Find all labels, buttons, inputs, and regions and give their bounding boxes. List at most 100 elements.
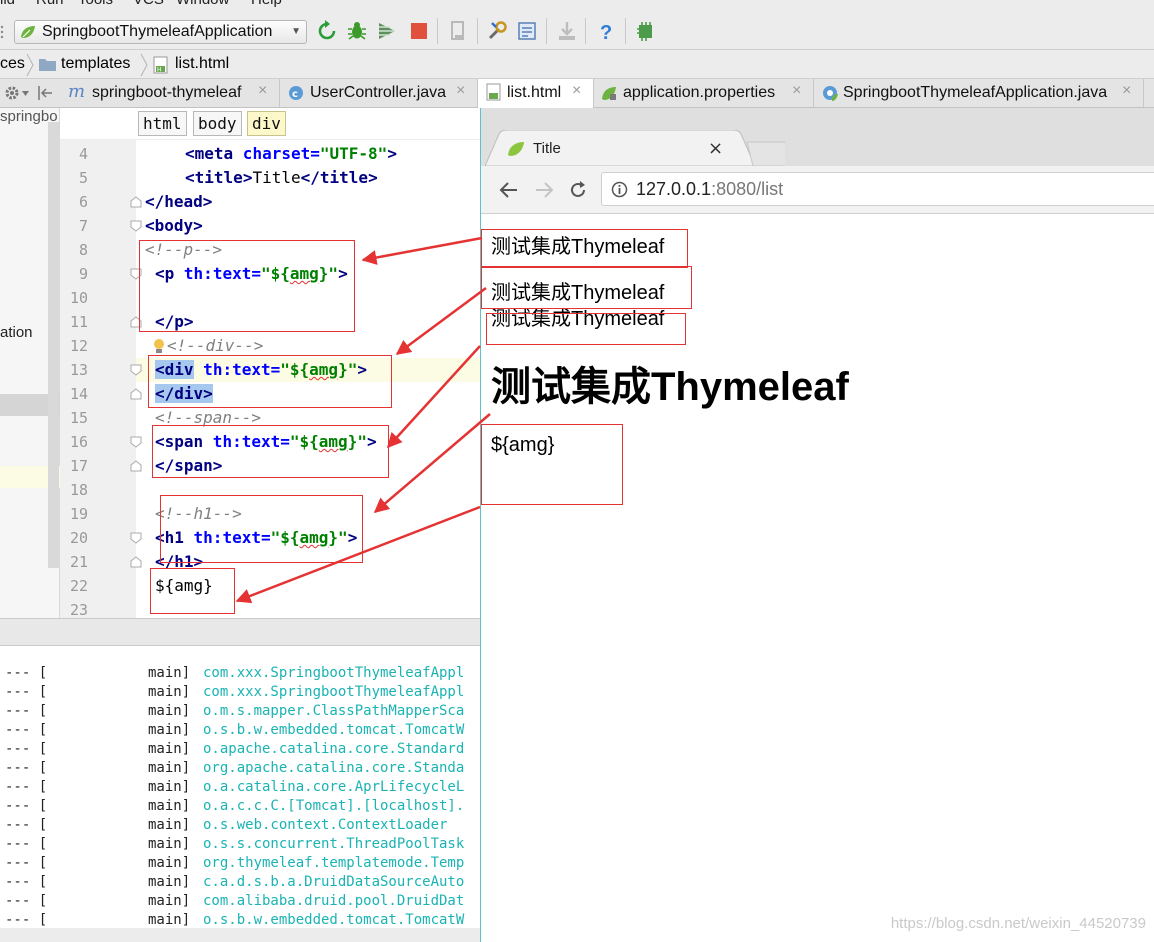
log-logger-name[interactable]: o.m.s.mapper.ClassPathMapperSca	[203, 702, 464, 721]
toolbar-separator	[546, 18, 547, 44]
stop-icon[interactable]	[408, 20, 430, 42]
close-icon[interactable]: ×	[258, 82, 267, 100]
crumb-body[interactable]: body	[193, 111, 242, 136]
address-bar[interactable]: 127.0.0.1:8080/list	[601, 172, 1154, 206]
tab-list-html[interactable]: list.html ×	[478, 79, 594, 108]
back-arrow-icon[interactable]	[499, 180, 519, 200]
annotation-box-code-p	[139, 240, 355, 332]
console-output[interactable]: --- [ main] com.xxx.SpringbootThymeleafApp…	[0, 646, 480, 942]
breadcrumb-list-html[interactable]: list.html	[175, 55, 229, 73]
reload-icon[interactable]	[568, 180, 588, 200]
project-structure-icon[interactable]	[486, 20, 508, 42]
code-line-4: <meta charset="UTF-8">	[185, 144, 397, 163]
log-separator: --- [	[5, 855, 48, 871]
menu-tools[interactable]: Tools	[78, 0, 113, 8]
menu-build[interactable]: ild	[0, 0, 15, 8]
log-separator: --- [	[5, 893, 48, 909]
annotation-box-code-raw	[150, 568, 235, 614]
log-logger-name[interactable]: org.apache.catalina.core.Standa	[203, 759, 464, 778]
fold-start-icon[interactable]	[130, 364, 142, 376]
fold-end-icon[interactable]	[130, 196, 142, 208]
collapse-icon[interactable]	[37, 85, 53, 101]
log-thread: main]	[148, 817, 191, 833]
info-icon[interactable]	[611, 181, 628, 198]
intention-bulb-icon[interactable]	[153, 338, 165, 354]
log-separator: --- [	[5, 741, 48, 757]
fold-start-icon[interactable]	[130, 220, 142, 232]
log-thread: main]	[148, 741, 191, 757]
breadcrumb-templates[interactable]: templates	[61, 55, 130, 73]
close-icon[interactable]: ×	[708, 138, 723, 159]
module-icon: m	[68, 81, 86, 102]
project-item-application[interactable]: ation	[0, 324, 33, 341]
log-logger-name[interactable]: com.xxx.SpringbootThymeleafAppl	[203, 664, 464, 683]
toolbar-separator	[625, 18, 626, 44]
line-number: 6	[78, 193, 88, 211]
annotation-box-out-p	[481, 229, 688, 268]
log-logger-name[interactable]: o.apache.catalina.core.Standard	[203, 740, 464, 759]
log-thread: main]	[148, 798, 191, 814]
tab-user-controller[interactable]: c UserController.java ×	[280, 79, 478, 107]
menu-run[interactable]: Run	[36, 0, 64, 8]
help-icon[interactable]: ?	[595, 20, 617, 42]
project-scrollbar[interactable]	[48, 122, 59, 568]
tab-application-properties[interactable]: application.properties ×	[594, 79, 814, 107]
close-icon[interactable]: ×	[1122, 82, 1131, 100]
debug-icon[interactable]	[346, 20, 368, 42]
line-number: 13	[69, 361, 88, 379]
tab-springboot-application[interactable]: SpringbootThymeleafApplication.java ×	[814, 79, 1144, 107]
editor-breadcrumb: html body div	[60, 108, 480, 140]
log-logger-name[interactable]: o.s.b.w.embedded.tomcat.TomcatW	[203, 721, 464, 740]
java-class-icon: c	[289, 86, 303, 100]
console-log-row: --- [main] o.s.b.w.embedded.tomcat.Tomcat…	[0, 721, 480, 740]
breadcrumb-resources[interactable]: ces	[0, 55, 25, 73]
console-log-row: --- [main] org.apache.catalina.core.Stand…	[0, 759, 480, 778]
fold-end-icon[interactable]	[130, 556, 142, 568]
attach-icon[interactable]	[447, 20, 469, 42]
log-thread: main]	[148, 665, 191, 681]
line-number: 20	[69, 529, 88, 547]
run-configuration-label: SpringbootThymeleafApplication	[42, 23, 273, 40]
console-log-row: --- [main] com.xxx.SpringbootThymeleafApp…	[0, 664, 480, 683]
log-logger-name[interactable]: com.alibaba.druid.pool.DruidDat	[203, 892, 464, 911]
coverage-icon[interactable]	[376, 20, 398, 42]
console-horizontal-scrollbar[interactable]	[0, 928, 480, 942]
fold-end-icon[interactable]	[130, 460, 142, 472]
close-icon[interactable]: ×	[456, 82, 465, 100]
forward-arrow-icon[interactable]	[534, 180, 554, 200]
log-thread: main]	[148, 722, 191, 738]
line-number: 7	[78, 217, 88, 235]
code-line-6: </head>	[145, 192, 213, 211]
browser-tab[interactable]	[485, 130, 785, 166]
crumb-div[interactable]: div	[247, 111, 286, 136]
editor-tab-bar: m springboot-thymeleaf × c UserControlle…	[0, 79, 1154, 108]
sdk-manager-icon[interactable]	[516, 20, 538, 42]
log-logger-name[interactable]: org.thymeleaf.templatemode.Temp	[203, 854, 464, 873]
menu-vcs[interactable]: VCS	[133, 0, 164, 8]
tab-springboot-thymeleaf[interactable]: m springboot-thymeleaf ×	[62, 79, 280, 107]
log-logger-name[interactable]: o.a.c.c.C.[Tomcat].[localhost].	[203, 797, 464, 816]
plugin-icon[interactable]	[635, 20, 657, 42]
crumb-html[interactable]: html	[138, 111, 187, 136]
download-icon[interactable]	[556, 20, 578, 42]
log-logger-name[interactable]: o.s.web.context.ContextLoader	[203, 816, 447, 835]
log-thread: main]	[148, 703, 191, 719]
line-number: 15	[69, 409, 88, 427]
fold-start-icon[interactable]	[130, 532, 142, 544]
rerun-icon[interactable]	[316, 20, 338, 42]
browser-tab-strip: Title ×	[481, 108, 1154, 166]
log-logger-name[interactable]: o.s.s.concurrent.ThreadPoolTask	[203, 835, 464, 854]
log-logger-name[interactable]: com.xxx.SpringbootThymeleafAppl	[203, 683, 464, 702]
close-icon[interactable]: ×	[792, 82, 801, 100]
chevron-down-icon[interactable]	[22, 91, 29, 96]
log-logger-name[interactable]: o.a.catalina.core.AprLifecycleL	[203, 778, 464, 797]
gear-icon[interactable]	[4, 85, 20, 101]
log-logger-name[interactable]: c.a.d.s.b.a.DruidDataSourceAuto	[203, 873, 464, 892]
close-icon[interactable]: ×	[572, 82, 581, 100]
menu-window[interactable]: Window	[176, 0, 229, 8]
fold-start-icon[interactable]	[130, 436, 142, 448]
fold-end-icon[interactable]	[130, 388, 142, 400]
line-number: 11	[69, 313, 88, 331]
menu-help[interactable]: Help	[251, 0, 282, 8]
run-configuration-select[interactable]: SpringbootThymeleafApplication ▼	[14, 20, 307, 44]
